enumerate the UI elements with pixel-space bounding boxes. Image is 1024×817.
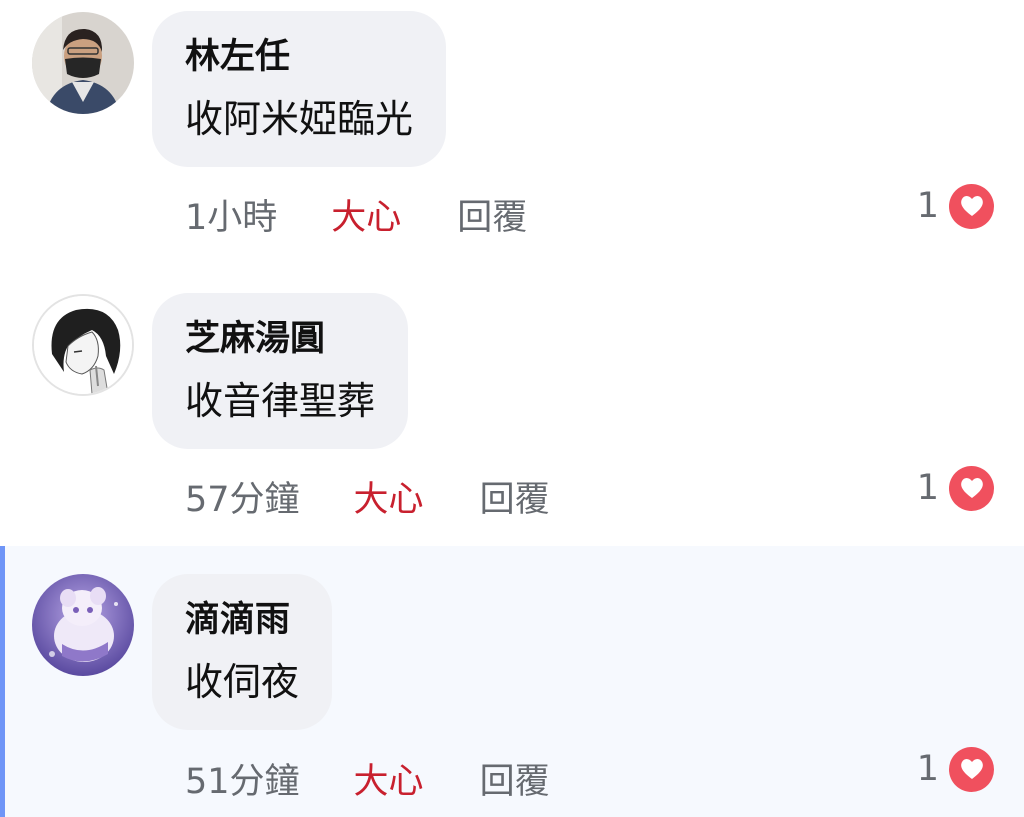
commenter-avatar[interactable] bbox=[32, 574, 134, 676]
comment-bubble: 芝麻湯圓 收音律聖葬 bbox=[152, 293, 409, 449]
comment-actions: 57分鐘 大心 回覆 bbox=[185, 466, 550, 526]
reply-button[interactable]: 回覆 bbox=[480, 753, 550, 804]
comment-actions: 1小時 大心 回覆 bbox=[185, 184, 527, 244]
reaction-count: 1 bbox=[916, 186, 939, 226]
reaction-button[interactable]: 大心 bbox=[331, 189, 401, 240]
reaction-count: 1 bbox=[916, 749, 939, 789]
comment-actions: 51分鐘 大心 回覆 bbox=[185, 748, 550, 808]
comment-item: 林左任 收阿米婭臨光 1小時 大心 回覆 1 bbox=[0, 0, 1024, 282]
comment-item: 芝麻湯圓 收音律聖葬 57分鐘 大心 回覆 1 bbox=[0, 282, 1024, 564]
heart-icon bbox=[949, 183, 994, 229]
comment-bubble: 林左任 收阿米婭臨光 bbox=[152, 11, 447, 167]
comment-item-highlighted: 滴滴雨 收伺夜 51分鐘 大心 回覆 1 bbox=[0, 546, 1024, 817]
comment-author[interactable]: 芝麻湯圓 bbox=[185, 315, 375, 363]
reaction-count: 1 bbox=[916, 468, 939, 508]
commenter-avatar[interactable] bbox=[32, 294, 134, 396]
reaction-summary[interactable]: 1 bbox=[917, 744, 994, 794]
reaction-summary[interactable]: 1 bbox=[917, 463, 994, 513]
comment-timestamp[interactable]: 57分鐘 bbox=[185, 471, 300, 522]
reaction-button[interactable]: 大心 bbox=[354, 753, 424, 804]
comment-author[interactable]: 林左任 bbox=[185, 33, 413, 81]
heart-icon bbox=[949, 465, 994, 511]
reaction-button[interactable]: 大心 bbox=[354, 471, 424, 522]
comment-text: 收阿米婭臨光 bbox=[185, 97, 414, 141]
comment-feed: 林左任 收阿米婭臨光 1小時 大心 回覆 1 芝麻湯圓 收音律聖葬 57分鐘 大… bbox=[0, 0, 1024, 817]
comment-text: 收音律聖葬 bbox=[185, 379, 376, 423]
comment-author[interactable]: 滴滴雨 bbox=[185, 596, 299, 644]
comment-timestamp[interactable]: 1小時 bbox=[185, 189, 277, 240]
reply-button[interactable]: 回覆 bbox=[480, 471, 550, 522]
heart-icon bbox=[949, 746, 994, 792]
comment-text: 收伺夜 bbox=[185, 660, 300, 704]
reaction-summary[interactable]: 1 bbox=[917, 181, 994, 231]
comment-timestamp[interactable]: 51分鐘 bbox=[185, 753, 300, 804]
comment-bubble: 滴滴雨 收伺夜 bbox=[152, 574, 333, 730]
reply-button[interactable]: 回覆 bbox=[457, 189, 527, 240]
commenter-avatar[interactable] bbox=[32, 12, 134, 114]
